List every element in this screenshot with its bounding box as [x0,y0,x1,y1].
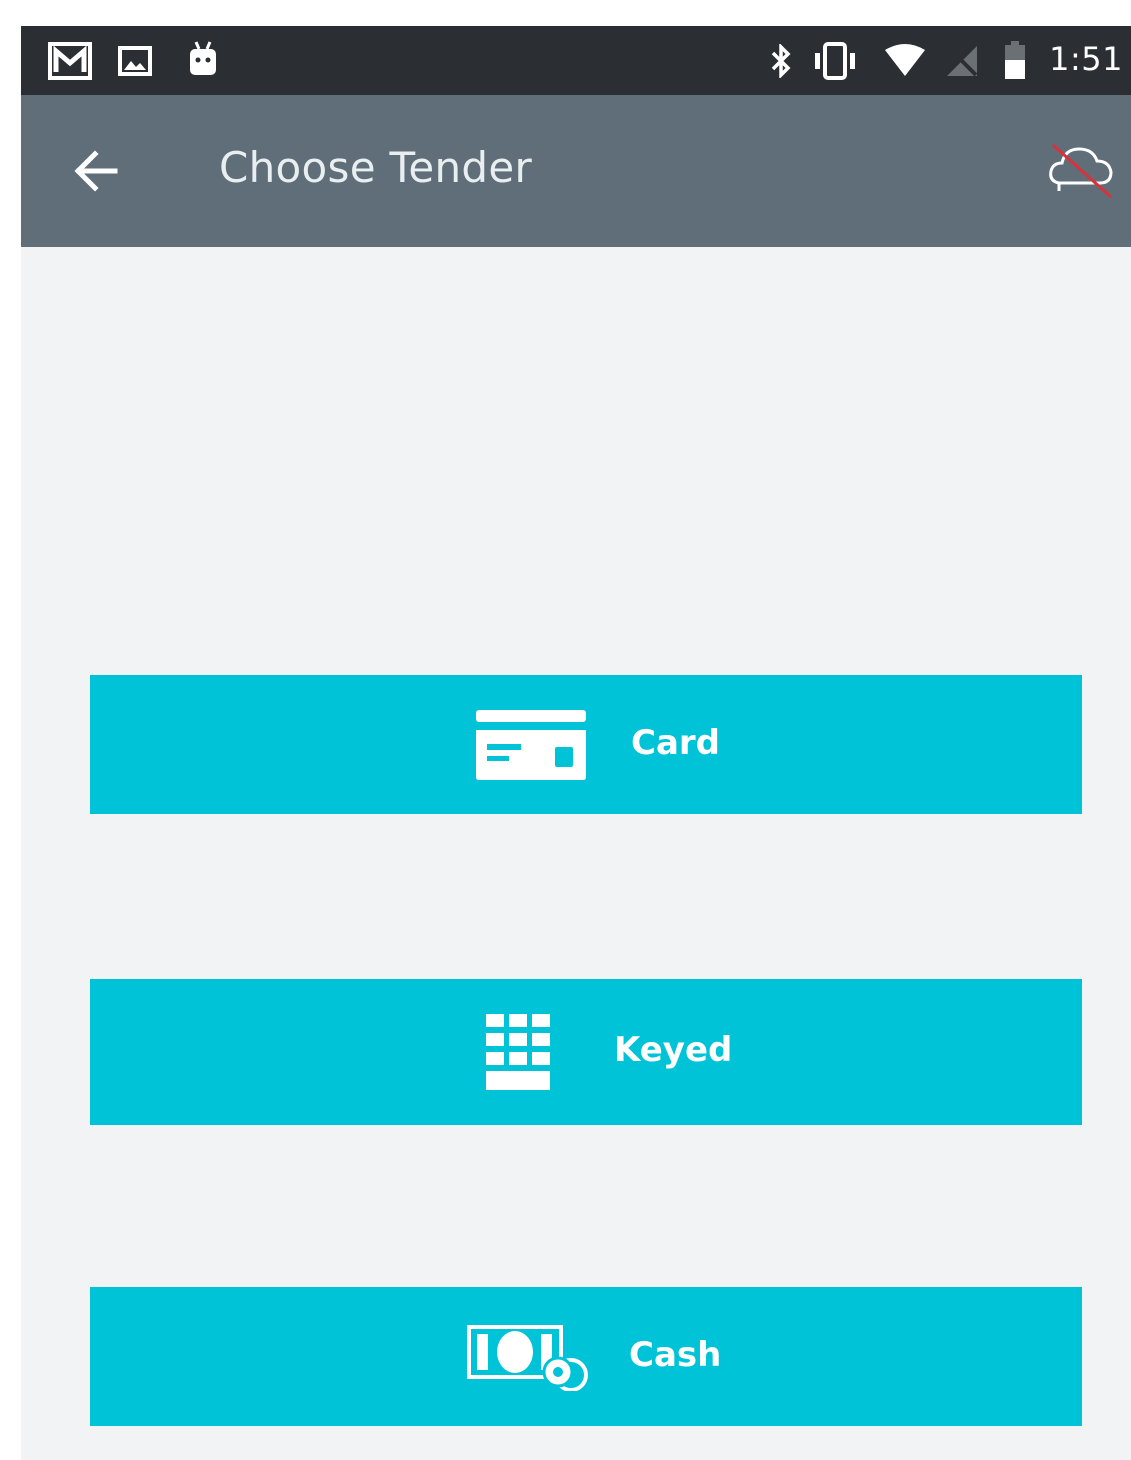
battery-icon [1005,41,1025,79]
keypad-icon [486,1014,550,1090]
back-button[interactable] [65,139,129,203]
app-bar: Choose Tender [21,95,1131,247]
credit-card-icon [476,710,586,780]
cash-icon [467,1325,588,1391]
image-icon [118,46,152,76]
status-bar: 1:51 [21,26,1131,95]
card-tender-button[interactable]: Card [90,675,1082,814]
card-label: Card [631,723,721,763]
cash-label: Cash [629,1335,722,1375]
vibrate-icon [815,42,855,80]
wifi-icon [885,44,925,76]
page-title: Choose Tender [219,143,533,192]
screen: 1:51 Choose Tender Card Keyed Cash [21,26,1131,1460]
cloud-offline-icon [1049,143,1113,199]
keyed-tender-button[interactable]: Keyed [90,979,1082,1125]
android-icon [190,41,216,75]
status-time: 1:51 [1049,40,1123,78]
no-signal-icon [947,46,978,77]
bluetooth-icon [771,44,791,78]
arrow-left-icon [74,150,118,192]
gmail-icon [48,42,92,80]
cash-tender-button[interactable]: Cash [90,1287,1082,1426]
keyed-label: Keyed [614,1030,733,1070]
offline-status-button[interactable] [1045,139,1117,203]
